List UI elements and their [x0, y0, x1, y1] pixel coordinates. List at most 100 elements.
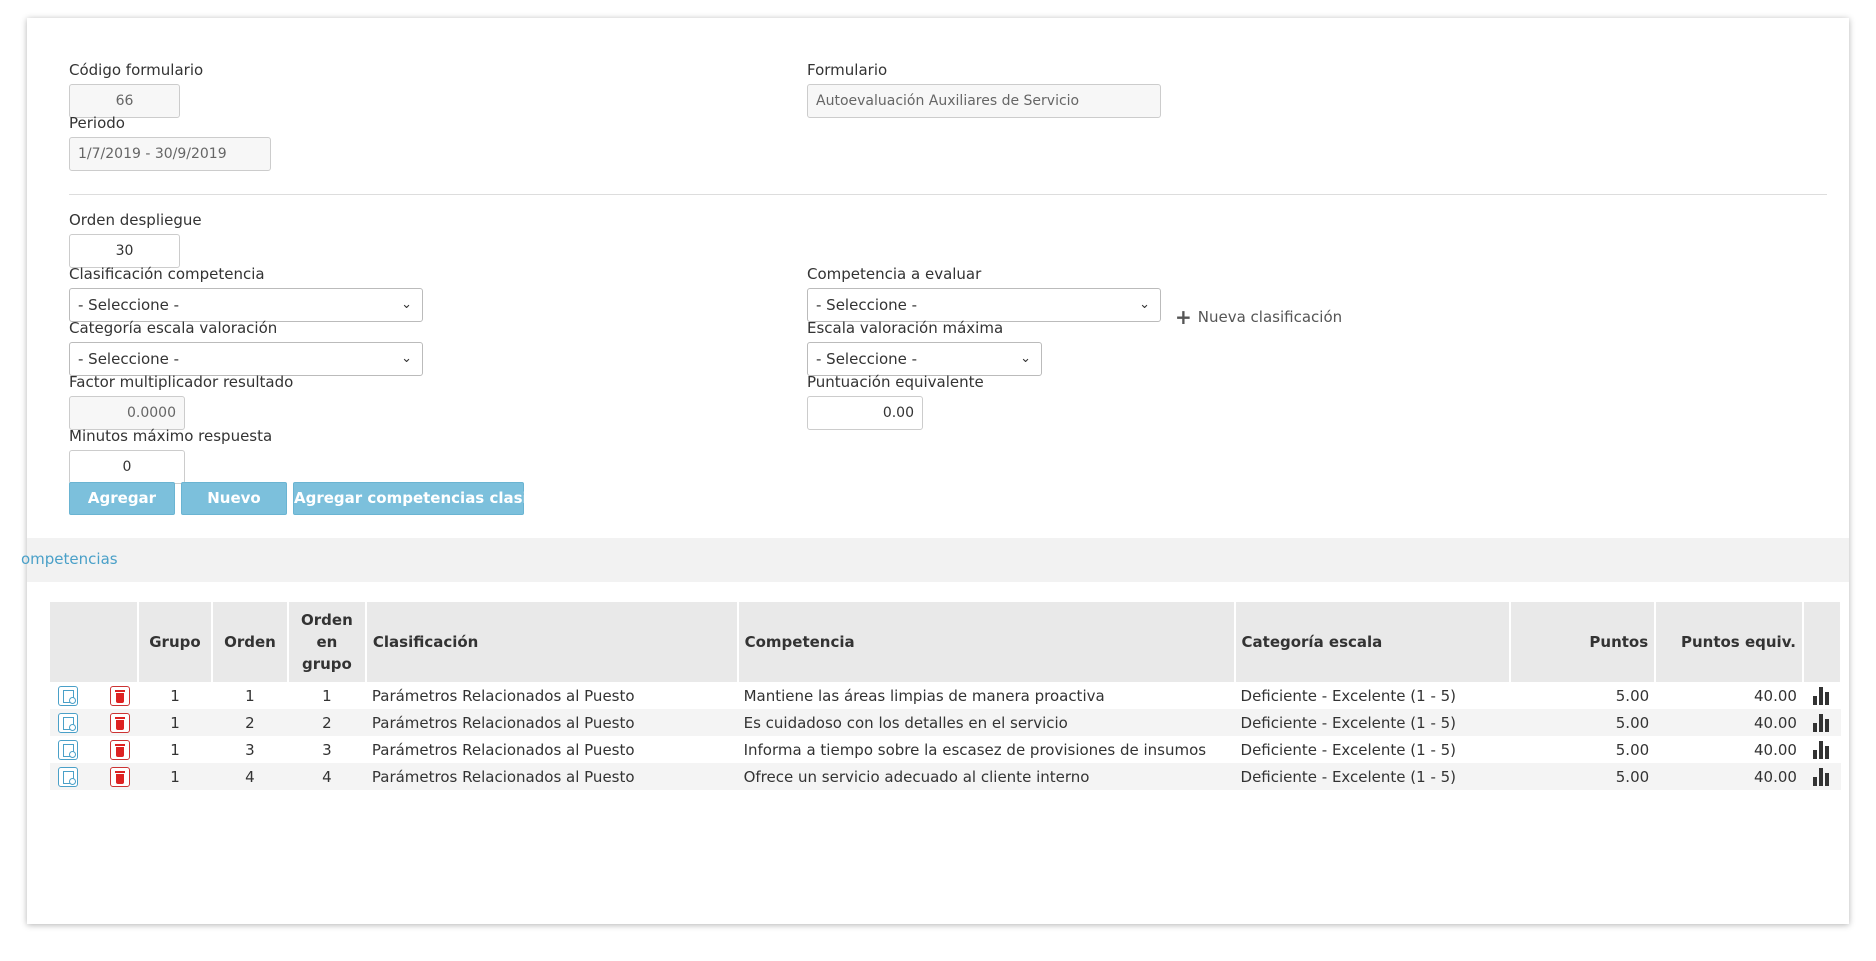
cell-orden: 2: [211, 709, 288, 736]
clasificacion-competencia-select[interactable]: - Seleccione - ⌄: [69, 288, 423, 322]
table-row: 1 4 4 Parámetros Relacionados al Puesto …: [50, 763, 1841, 790]
puntos-equiv-header[interactable]: Puntos equiv.: [1655, 602, 1804, 682]
cell-clasificacion: Parámetros Relacionados al Puesto: [365, 763, 738, 790]
puntos-header[interactable]: Puntos: [1510, 602, 1657, 682]
puntuacion-equivalente-input[interactable]: 0.00: [807, 396, 923, 430]
formulario-label: Formulario: [807, 61, 888, 79]
agregar-button[interactable]: Agregar: [69, 482, 175, 515]
codigo-formulario-field[interactable]: 66: [69, 84, 180, 118]
cell-competencia: Mantiene las áreas limpias de manera pro…: [743, 686, 1105, 705]
clasificacion-competencia-value: - Seleccione -: [78, 296, 180, 314]
cell-puntos: 5.00: [1510, 763, 1656, 790]
cell-orden: 3: [245, 740, 255, 759]
competencias-section-header[interactable]: ompetencias: [21, 538, 1849, 582]
competencias-section-title[interactable]: ompetencias: [21, 550, 118, 568]
factor-multiplicador-field[interactable]: 0.0000: [69, 396, 185, 430]
orden-grupo-header-line1: Orden: [301, 611, 353, 629]
actions-header: [50, 602, 139, 682]
row-actions: [50, 682, 138, 709]
row-actions: [50, 763, 138, 790]
puntuacion-equivalente-label: Puntuación equivalente: [807, 373, 984, 391]
cell-orden-grupo: 2: [287, 709, 366, 736]
trash-icon[interactable]: [109, 739, 130, 760]
plus-icon: +: [1175, 305, 1192, 329]
cell-puntos-equiv: 40.00: [1754, 686, 1797, 705]
cell-competencia: Informa a tiempo sobre la escasez de pro…: [743, 740, 1207, 759]
clasificacion-header[interactable]: Clasificación: [365, 602, 739, 682]
edit-icon[interactable]: [58, 739, 79, 760]
row-actions: [50, 736, 138, 763]
agregar-competencias-button[interactable]: Agregar competencias clasificación: [293, 482, 593, 515]
escala-maxima-value: - Seleccione -: [816, 350, 918, 368]
competencia-evaluar-select[interactable]: - Seleccione - ⌄: [807, 288, 1161, 322]
row-chart: [1803, 736, 1841, 763]
categoria-header[interactable]: Categoría escala: [1234, 602, 1512, 682]
cell-categoria: Deficiente - Excelente (1 - 5): [1234, 763, 1511, 790]
minutos-maximo-label: Minutos máximo respuesta: [69, 427, 273, 445]
edit-icon[interactable]: [58, 766, 79, 787]
form-panel: Código formulario 66 Formulario Autoeval…: [21, 18, 1849, 924]
chevron-down-icon: ⌄: [1139, 297, 1150, 312]
chart-header: [1802, 602, 1843, 682]
periodo-field[interactable]: 1/7/2019 - 30/9/2019: [69, 137, 271, 171]
nueva-clasificacion-link[interactable]: + Nueva clasificación: [1175, 305, 1342, 329]
competencias-table: Grupo Orden Orden en grupo Clasificación C…: [50, 602, 1843, 790]
orden-despliegue-input[interactable]: 30: [69, 234, 180, 268]
edit-icon[interactable]: [58, 685, 79, 706]
bar-chart-icon[interactable]: [1812, 740, 1831, 759]
row-chart: [1802, 709, 1841, 736]
codigo-formulario-label: Código formulario: [69, 61, 204, 79]
cell-puntos: 5.00: [1510, 709, 1656, 736]
chevron-down-icon: ⌄: [401, 351, 412, 366]
competencia-evaluar-value: - Seleccione -: [816, 296, 918, 314]
bar-chart-icon[interactable]: [1812, 713, 1831, 732]
orden-header[interactable]: Orden: [211, 602, 289, 682]
table-row: 1 3 3 Parámetros Relacionados al Puesto …: [50, 736, 1841, 763]
chevron-down-icon: ⌄: [1020, 351, 1031, 366]
section-divider: [69, 194, 1827, 195]
cell-puntos: 5.00: [1615, 686, 1650, 705]
cell-orden-grupo: 1: [322, 686, 332, 705]
trash-icon[interactable]: [109, 712, 130, 733]
orden-grupo-header-line2: en: [316, 633, 338, 651]
competencia-evaluar-label: Competencia a evaluar: [807, 265, 982, 283]
cell-competencia: Es cuidadoso con los detalles en el serv…: [737, 709, 1235, 736]
bar-chart-icon[interactable]: [1812, 686, 1831, 705]
orden-grupo-header[interactable]: Orden en grupo: [287, 602, 367, 682]
cell-grupo: 1: [137, 709, 212, 736]
nueva-clasificacion-label: Nueva clasificación: [1197, 308, 1343, 326]
cell-orden: 4: [211, 763, 288, 790]
escala-maxima-label: Escala valoración máxima: [807, 319, 1004, 337]
cell-clasificacion: Parámetros Relacionados al Puesto: [371, 740, 635, 759]
trash-icon[interactable]: [109, 685, 130, 706]
bar-chart-icon[interactable]: [1812, 767, 1831, 786]
orden-despliegue-label: Orden despliegue: [69, 211, 202, 229]
table-row: 1 1 1 Parámetros Relacionados al Puesto …: [50, 682, 1841, 709]
cell-puntos-equiv: 40.00: [1655, 763, 1803, 790]
cell-grupo: 1: [170, 740, 180, 759]
cell-puntos: 5.00: [1615, 740, 1650, 759]
cell-orden-grupo: 4: [287, 763, 366, 790]
categoria-escala-label: Categoría escala valoración: [69, 319, 278, 337]
chevron-down-icon: ⌄: [401, 297, 412, 312]
cell-orden: 1: [245, 686, 255, 705]
cell-puntos-equiv: 40.00: [1655, 709, 1803, 736]
escala-maxima-select[interactable]: - Seleccione - ⌄: [807, 342, 1042, 376]
clasificacion-competencia-label: Clasificación competencia: [69, 265, 265, 283]
orden-grupo-header-line3: grupo: [301, 655, 352, 673]
cell-puntos-equiv: 40.00: [1754, 740, 1797, 759]
competencia-header[interactable]: Competencia: [737, 602, 1236, 682]
minutos-maximo-input[interactable]: 0: [69, 450, 185, 484]
cell-orden-grupo: 3: [322, 740, 332, 759]
categoria-escala-select[interactable]: - Seleccione - ⌄: [69, 342, 423, 376]
row-actions: [50, 709, 138, 736]
factor-multiplicador-label: Factor multiplicador resultado: [69, 373, 294, 391]
edit-icon[interactable]: [58, 712, 79, 733]
cell-categoria: Deficiente - Excelente (1 - 5): [1240, 686, 1457, 705]
formulario-field[interactable]: Autoevaluación Auxiliares de Servicio: [807, 84, 1161, 118]
cell-clasificacion: Parámetros Relacionados al Puesto: [365, 709, 738, 736]
cell-categoria: Deficiente - Excelente (1 - 5): [1240, 740, 1457, 759]
grupo-header[interactable]: Grupo: [137, 602, 213, 682]
nuevo-button[interactable]: Nuevo: [181, 482, 287, 515]
trash-icon[interactable]: [109, 766, 130, 787]
